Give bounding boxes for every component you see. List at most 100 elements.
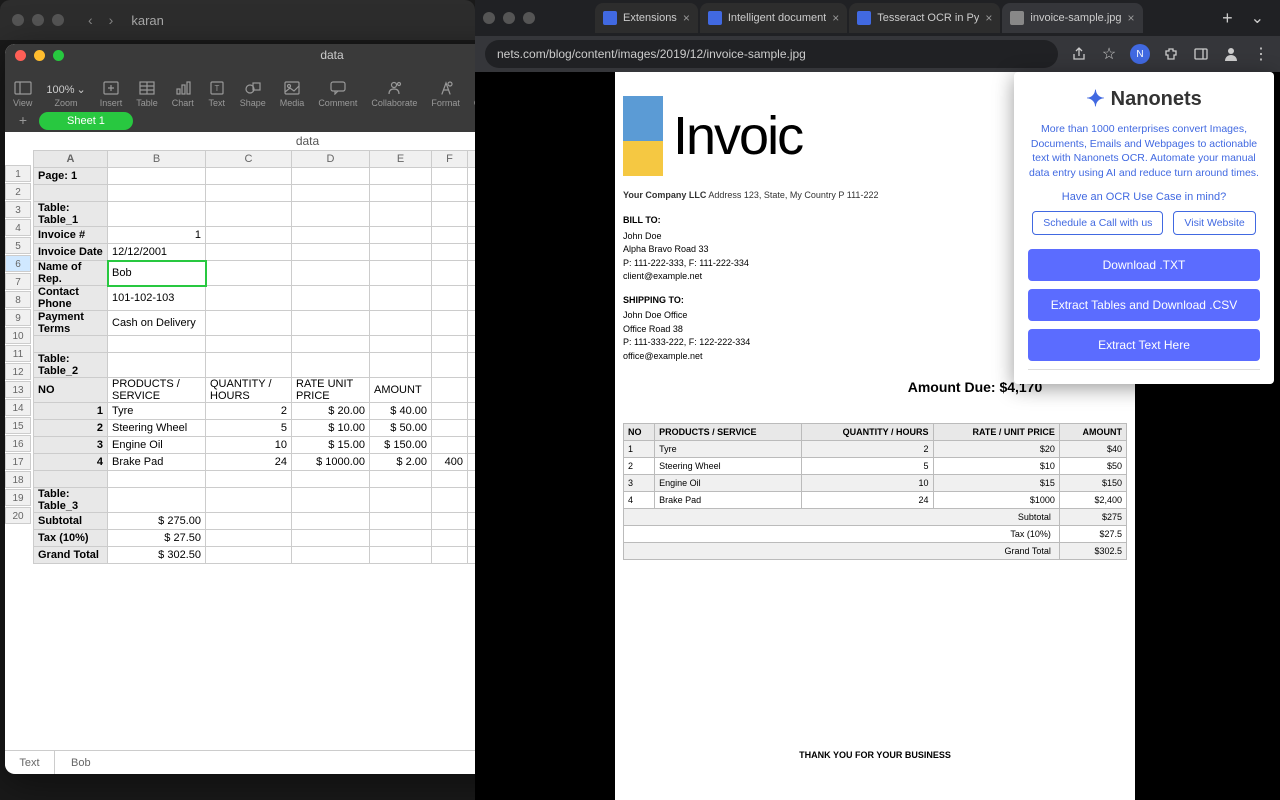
zoom-icon[interactable] xyxy=(523,12,535,24)
row-header[interactable]: 10 xyxy=(5,327,31,344)
browser-tab[interactable]: Tesseract OCR in Py× xyxy=(849,3,1000,33)
browser-tab[interactable]: invoice-sample.jpg× xyxy=(1002,3,1142,33)
table-row[interactable]: 4Brake Pad24$ 1000.00$ 2.00400 xyxy=(34,454,500,471)
schedule-call-button[interactable]: Schedule a Call with us xyxy=(1032,211,1163,235)
table-row[interactable]: Contact Phone101-102-103 xyxy=(34,286,500,311)
profile-icon[interactable] xyxy=(1222,45,1240,63)
row-header[interactable]: 13 xyxy=(5,381,31,398)
comment-button[interactable]: Comment xyxy=(318,80,357,108)
table-row[interactable]: Invoice #1 xyxy=(34,227,500,244)
table-row[interactable]: Subtotal$ 275.00 xyxy=(34,513,500,530)
minimize-icon[interactable] xyxy=(32,14,44,26)
table-row[interactable]: Page: 1 xyxy=(34,168,500,185)
row-header[interactable]: 12 xyxy=(5,363,31,380)
row-header[interactable]: 4 xyxy=(5,219,31,236)
shape-button[interactable]: Shape xyxy=(240,80,266,108)
media-button[interactable]: Media xyxy=(280,80,305,108)
table-row[interactable]: Table: Table_1 xyxy=(34,202,500,227)
close-icon[interactable] xyxy=(12,14,24,26)
row-header[interactable]: 18 xyxy=(5,471,31,488)
sheet-tab[interactable]: Sheet 1 xyxy=(39,112,133,130)
browser-tab[interactable]: Intelligent document × xyxy=(700,3,847,33)
col-header[interactable]: E xyxy=(370,151,432,168)
zoom-select[interactable]: 100%⌄Zoom xyxy=(46,83,85,108)
insert-button[interactable]: Insert xyxy=(100,80,123,108)
close-tab-icon[interactable]: × xyxy=(1128,11,1135,25)
panel-icon[interactable] xyxy=(1192,45,1210,63)
row-header[interactable]: 3 xyxy=(5,201,31,218)
collaborate-button[interactable]: Collaborate xyxy=(371,80,417,108)
close-tab-icon[interactable]: × xyxy=(985,11,992,25)
tab-dropdown-icon[interactable]: ⌄ xyxy=(1243,8,1272,28)
close-tab-icon[interactable]: × xyxy=(832,11,839,25)
table-row[interactable]: Name of Rep.Bob xyxy=(34,261,500,286)
row-header[interactable]: 7 xyxy=(5,273,31,290)
row-header[interactable]: 1 xyxy=(5,165,31,182)
table-row[interactable]: 1Tyre2$ 20.00$ 40.00 xyxy=(34,403,500,420)
col-header[interactable]: B xyxy=(108,151,206,168)
extract-csv-button[interactable]: Extract Tables and Download .CSV xyxy=(1028,289,1260,321)
browser-tab[interactable]: Extensions× xyxy=(595,3,698,33)
zoom-icon[interactable] xyxy=(53,50,64,61)
row-header[interactable]: 5 xyxy=(5,237,31,254)
row-header[interactable]: 15 xyxy=(5,417,31,434)
col-header[interactable]: C xyxy=(206,151,292,168)
table-row[interactable]: Tax (10%)$ 27.50 xyxy=(34,530,500,547)
close-tab-icon[interactable]: × xyxy=(683,11,690,25)
table-row[interactable] xyxy=(34,185,500,202)
table-button[interactable]: Table xyxy=(136,80,158,108)
forward-icon[interactable]: › xyxy=(109,12,114,28)
table-row[interactable]: 2Steering Wheel5$ 10.00$ 50.00 xyxy=(34,420,500,437)
new-tab-button[interactable]: + xyxy=(1212,8,1243,29)
finder-title: karan xyxy=(131,13,164,28)
row-header[interactable]: 11 xyxy=(5,345,31,362)
star-icon[interactable]: ☆ xyxy=(1100,45,1118,63)
row-header[interactable]: 14 xyxy=(5,399,31,416)
add-sheet-button[interactable]: + xyxy=(13,112,33,130)
view-button[interactable]: View xyxy=(13,80,32,108)
row-header[interactable]: 19 xyxy=(5,489,31,506)
back-icon[interactable]: ‹ xyxy=(88,12,93,28)
close-icon[interactable] xyxy=(483,12,495,24)
table-row[interactable]: NOPRODUCTS / SERVICEQUANTITY / HOURSRATE… xyxy=(34,378,500,403)
row-header[interactable]: 17 xyxy=(5,453,31,470)
menu-icon[interactable]: ⋮ xyxy=(1252,45,1270,63)
col-header[interactable]: F xyxy=(432,151,468,168)
col-header[interactable]: A xyxy=(34,151,108,168)
close-icon[interactable] xyxy=(15,50,26,61)
col-header[interactable]: D xyxy=(292,151,370,168)
row-header[interactable]: 8 xyxy=(5,291,31,308)
zoom-icon[interactable] xyxy=(52,14,64,26)
table-row[interactable] xyxy=(34,336,500,353)
text-button[interactable]: TText xyxy=(208,80,226,108)
extensions-icon[interactable] xyxy=(1162,45,1180,63)
extension-nanonets-icon[interactable]: N xyxy=(1130,44,1150,64)
invoice-line-items: NO PRODUCTS / SERVICE QUANTITY / HOURS R… xyxy=(623,423,1127,560)
table-row[interactable] xyxy=(34,471,500,488)
row-header[interactable]: 6 xyxy=(5,255,31,272)
table-row[interactable]: 3Engine Oil10$ 15.00$ 150.00 xyxy=(34,437,500,454)
url-input[interactable]: nets.com/blog/content/images/2019/12/inv… xyxy=(485,40,1058,68)
table-row[interactable]: Table: Table_2 xyxy=(34,353,500,378)
chart-button[interactable]: Chart xyxy=(172,80,194,108)
nanonets-logo-icon: ✦ xyxy=(1086,86,1104,112)
minimize-icon[interactable] xyxy=(503,12,515,24)
row-header[interactable]: 9 xyxy=(5,309,31,326)
popup-logo: ✦Nanonets xyxy=(1028,86,1260,112)
row-header[interactable]: 2 xyxy=(5,183,31,200)
row-header[interactable]: 20 xyxy=(5,507,31,524)
spreadsheet-grid[interactable]: A B C D E F G Page: 1Table: Table_1Invoi… xyxy=(33,150,500,564)
minimize-icon[interactable] xyxy=(34,50,45,61)
table-row[interactable]: Grand Total$ 302.50 xyxy=(34,547,500,564)
share-icon[interactable] xyxy=(1070,45,1088,63)
table-row[interactable]: Table: Table_3 xyxy=(34,488,500,513)
format-button[interactable]: Format xyxy=(431,80,460,108)
tab-title: Intelligent document xyxy=(728,12,826,24)
table-row[interactable]: Invoice Date12/12/2001 xyxy=(34,244,500,261)
row-header[interactable]: 16 xyxy=(5,435,31,452)
download-txt-button[interactable]: Download .TXT xyxy=(1028,249,1260,281)
extract-text-button[interactable]: Extract Text Here xyxy=(1028,329,1260,361)
status-label: Text xyxy=(5,751,55,774)
table-row[interactable]: Payment TermsCash on Delivery xyxy=(34,311,500,336)
visit-website-button[interactable]: Visit Website xyxy=(1173,211,1255,235)
